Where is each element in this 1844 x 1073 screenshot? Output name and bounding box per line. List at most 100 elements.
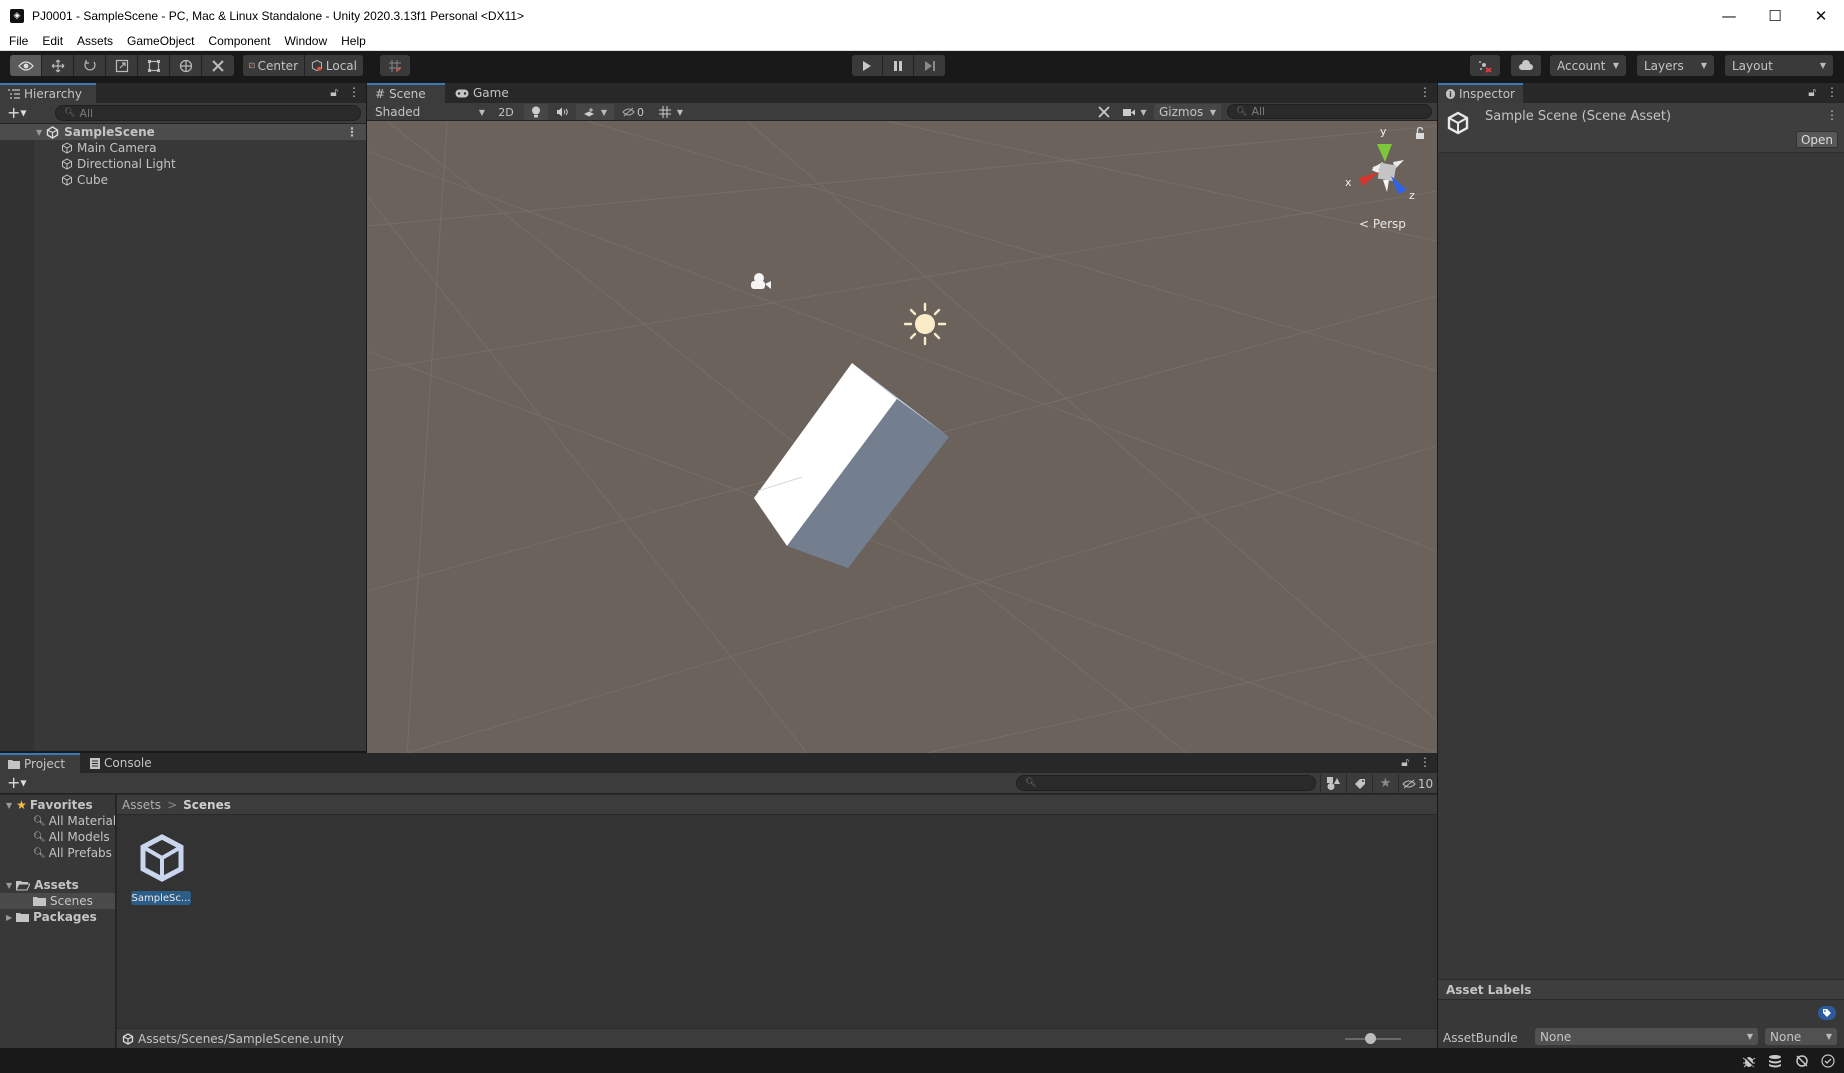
menu-component[interactable]: Component xyxy=(201,34,277,48)
more-options-icon[interactable]: ⋮ xyxy=(1419,755,1431,770)
hierarchy-item[interactable]: Main Camera xyxy=(0,140,366,156)
search-by-label-button[interactable] xyxy=(1346,774,1372,793)
hidden-packages-toggle[interactable]: 10 xyxy=(1398,774,1436,793)
expand-arrow-icon[interactable]: ▼ xyxy=(6,881,12,890)
expand-arrow-icon[interactable]: ▼ xyxy=(6,801,12,810)
transform-tool-button[interactable] xyxy=(170,55,202,76)
layers-dropdown[interactable]: Layers ▼ xyxy=(1637,55,1714,76)
rotate-tool-button[interactable] xyxy=(74,55,106,76)
axis-z-cone[interactable] xyxy=(1391,176,1407,194)
inspector-menu-icon[interactable]: ⋮ xyxy=(1826,108,1838,122)
favorite-item[interactable]: 🔍︎ All Prefabs xyxy=(0,845,115,861)
chevron-down-icon[interactable]: ▼ xyxy=(677,108,683,117)
rect-tool-button[interactable] xyxy=(138,55,170,76)
scenes-folder-row[interactable]: Scenes xyxy=(0,893,115,909)
maximize-button[interactable]: ☐ xyxy=(1752,0,1798,31)
favorite-item[interactable]: 🔍︎ All Models xyxy=(0,829,115,845)
save-search-button[interactable]: ★ xyxy=(1372,774,1398,793)
hierarchy-item[interactable]: Cube xyxy=(0,172,366,188)
draw-mode-dropdown[interactable]: Shaded ▼ xyxy=(370,104,490,120)
add-button[interactable]: +▼ xyxy=(7,104,27,123)
lock-icon[interactable]: 🔓︎ xyxy=(330,85,338,100)
auto-generate-lighting-icon[interactable] xyxy=(1793,1052,1811,1070)
favorites-row[interactable]: ▼ ★ Favorites xyxy=(0,797,115,813)
tab-project[interactable]: Project xyxy=(0,753,80,773)
scene-menu-icon[interactable]: ⋮ xyxy=(346,125,358,139)
hidden-objects-toggle[interactable]: 0 xyxy=(617,104,649,120)
scene-row[interactable]: ▼ SampleScene ⋮ xyxy=(0,124,366,140)
menu-file[interactable]: File xyxy=(0,34,35,48)
custom-tool-button[interactable] xyxy=(202,55,234,76)
menu-assets[interactable]: Assets xyxy=(70,34,120,48)
orientation-gizmo[interactable] xyxy=(1359,144,1407,194)
grid-toggle[interactable]: ▼ xyxy=(652,104,690,120)
gizmo-lock-icon[interactable] xyxy=(1416,126,1424,140)
directional-light-gizmo-icon[interactable] xyxy=(903,302,947,346)
account-dropdown[interactable]: Account ▼ xyxy=(1550,55,1626,76)
camera-gizmo-icon[interactable] xyxy=(751,273,771,289)
search-by-type-button[interactable] xyxy=(1320,774,1346,793)
cache-server-icon[interactable] xyxy=(1766,1052,1784,1070)
breadcrumb-assets[interactable]: Assets xyxy=(122,798,161,812)
icon-size-slider[interactable] xyxy=(1345,1033,1401,1044)
breadcrumb-scenes[interactable]: Scenes xyxy=(183,798,231,812)
tab-console[interactable]: Console xyxy=(82,753,162,773)
menu-gameobject[interactable]: GameObject xyxy=(120,34,201,48)
tab-inspector[interactable]: i Inspector xyxy=(1438,83,1523,103)
favorite-item[interactable]: 🔍︎ All Materials xyxy=(0,813,115,829)
close-button[interactable]: ✕ xyxy=(1798,0,1844,31)
menu-window[interactable]: Window xyxy=(277,34,334,48)
tab-game[interactable]: Game xyxy=(447,83,519,103)
scene-viewport[interactable]: y x z < Persp xyxy=(367,121,1437,753)
layout-dropdown[interactable]: Layout ▼ xyxy=(1725,55,1833,76)
open-button[interactable]: Open xyxy=(1796,131,1838,148)
move-tool-button[interactable] xyxy=(42,55,74,76)
lock-icon[interactable]: 🔓︎ xyxy=(1808,85,1816,100)
assetbundle-dropdown[interactable]: None ▼ xyxy=(1535,1028,1758,1045)
cube-object[interactable] xyxy=(754,363,949,568)
tab-hierarchy[interactable]: Hierarchy xyxy=(0,83,96,103)
asset-label-tag-button[interactable] xyxy=(1818,1006,1836,1020)
hierarchy-item[interactable]: Directional Light xyxy=(0,156,366,172)
more-options-icon[interactable]: ⋮ xyxy=(1826,85,1838,100)
scene-search-input[interactable]: 🔍︎ All xyxy=(1227,104,1432,119)
create-button[interactable]: +▼ xyxy=(7,774,27,793)
scale-tool-button[interactable] xyxy=(106,55,138,76)
panel-divider[interactable] xyxy=(1437,83,1438,1048)
progress-check-icon[interactable] xyxy=(1819,1052,1837,1070)
lock-icon[interactable]: 🔓︎ xyxy=(1401,755,1409,770)
pivot-mode-button[interactable]: Center xyxy=(243,55,305,76)
axis-x-cone[interactable] xyxy=(1359,172,1379,186)
effects-toggle[interactable]: ▼ xyxy=(576,104,614,120)
assetbundle-variant-dropdown[interactable]: None ▼ xyxy=(1765,1028,1837,1045)
scene-tools-toggle[interactable] xyxy=(1092,104,1116,120)
projection-toggle[interactable]: < Persp xyxy=(1359,217,1406,231)
audio-toggle[interactable] xyxy=(550,104,574,120)
play-button[interactable] xyxy=(852,55,883,76)
project-search-input[interactable]: 🔍︎ xyxy=(1016,775,1316,791)
assets-folder-row[interactable]: ▼ Assets xyxy=(0,877,115,893)
axis-y-cone[interactable] xyxy=(1377,144,1392,162)
tab-scene[interactable]: # Scene xyxy=(367,83,445,103)
gizmos-dropdown[interactable]: Gizmos ▼ xyxy=(1154,104,1221,120)
cloud-button[interactable] xyxy=(1511,55,1541,76)
menu-edit[interactable]: Edit xyxy=(35,34,70,48)
menu-help[interactable]: Help xyxy=(334,34,373,48)
icon-size-slider-handle[interactable] xyxy=(1364,1033,1376,1044)
debug-bug-icon[interactable] xyxy=(1740,1052,1758,1070)
view-tool-button[interactable] xyxy=(10,55,42,76)
step-button[interactable] xyxy=(914,55,945,76)
2d-toggle[interactable]: 2D xyxy=(494,104,518,120)
chevron-down-icon[interactable]: ▼ xyxy=(601,108,607,117)
packages-folder-row[interactable]: ▶ Packages xyxy=(0,909,115,925)
pivot-rotation-button[interactable]: Local xyxy=(305,55,363,76)
collab-button[interactable] xyxy=(1470,55,1500,76)
expand-arrow-icon[interactable]: ▼ xyxy=(36,128,42,137)
grid-snap-button[interactable] xyxy=(380,55,410,76)
camera-settings-dropdown[interactable]: ▼ xyxy=(1119,104,1151,120)
more-options-icon[interactable]: ⋮ xyxy=(348,85,360,100)
panel-divider[interactable] xyxy=(366,83,367,753)
minimize-button[interactable]: — xyxy=(1706,0,1752,31)
hierarchy-search-input[interactable]: 🔍︎ All xyxy=(55,105,361,121)
lighting-toggle[interactable] xyxy=(524,104,548,120)
